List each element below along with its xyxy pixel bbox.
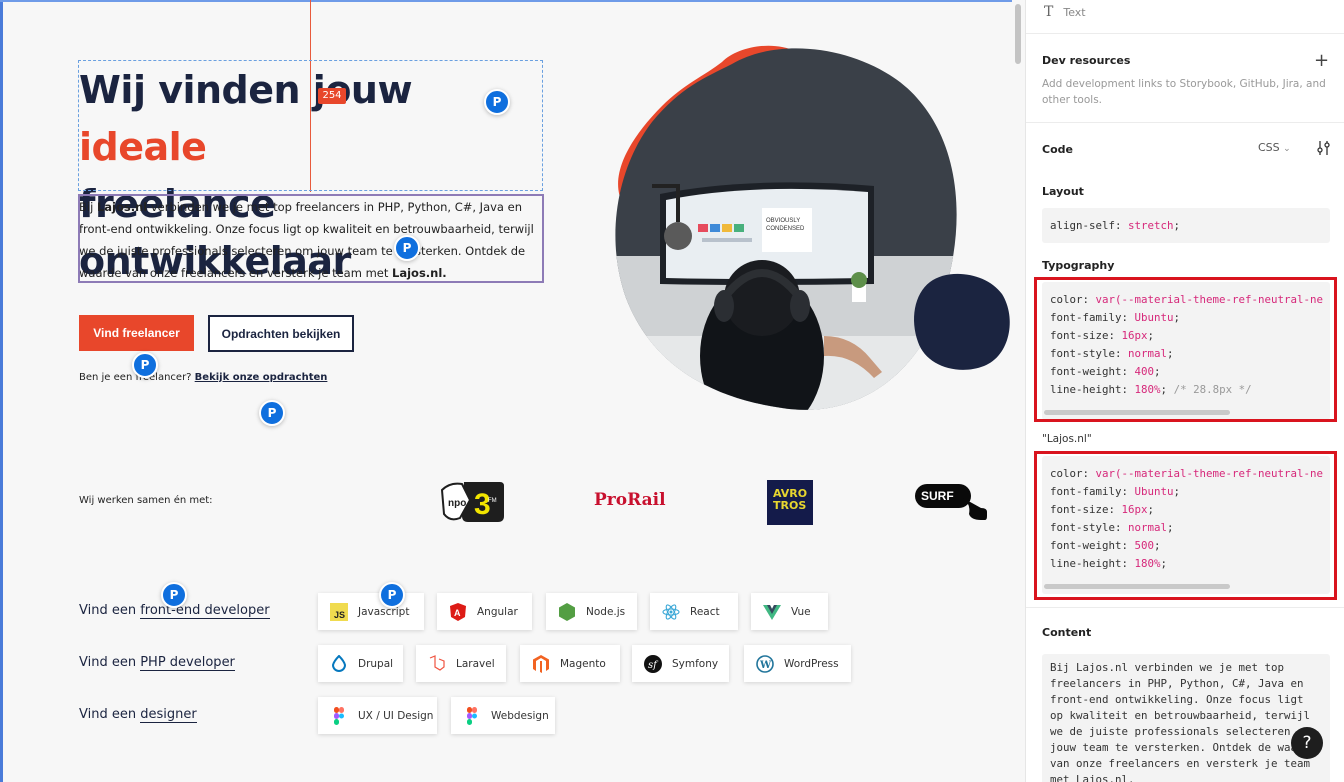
layout-code-block[interactable]: align-self: stretch;	[1042, 208, 1330, 243]
content-heading: Content	[1042, 626, 1092, 639]
inspect-panel: T Text Dev resources + Add development l…	[1025, 0, 1344, 782]
frame-selection-top-edge	[0, 0, 1012, 2]
content-text-block[interactable]: Bij Lajos.nl verbinden we je met top fre…	[1042, 654, 1330, 782]
find-php-developer: Vind een PHP developer	[79, 655, 235, 671]
canvas-scrollbar[interactable]	[1012, 0, 1025, 782]
help-button[interactable]: ?	[1291, 727, 1323, 759]
code-heading: Code	[1042, 143, 1073, 156]
comment-pin[interactable]: P	[379, 582, 405, 608]
css-value: stretch	[1128, 219, 1174, 232]
chip-nodejs[interactable]: Node.js	[546, 593, 637, 630]
php-developer-link[interactable]: PHP developer	[140, 655, 235, 671]
comment-pin[interactable]: P	[259, 400, 285, 426]
comment-pin[interactable]: P	[132, 352, 158, 378]
layout-heading: Layout	[1042, 185, 1084, 198]
highlight-annotation-box	[1034, 451, 1337, 600]
svg-text:A: A	[454, 608, 461, 618]
react-icon	[662, 603, 680, 620]
divider	[1026, 607, 1344, 608]
hero-illustration: OBVIOUSLY CONDENSED	[615, 45, 1010, 410]
svg-text:JS: JS	[334, 610, 345, 620]
comment-pin[interactable]: P	[484, 89, 510, 115]
npo-3fm-logo: npo 3 FM	[440, 482, 504, 522]
chip-wordpress[interactable]: W WordPress	[744, 645, 851, 682]
nodejs-icon	[559, 602, 575, 621]
lajos-span-label: "Lajos.nl"	[1042, 433, 1092, 445]
figma-dev-mode-window: Wij vinden jouw ideale freelance ontwikk…	[0, 0, 1344, 782]
code-settings-sliders-icon[interactable]	[1316, 140, 1332, 156]
javascript-icon: JS	[330, 602, 348, 621]
dev-resources-heading: Dev resources	[1042, 54, 1131, 67]
wordpress-icon: W	[756, 654, 774, 673]
svg-text:CONDENSED: CONDENSED	[766, 226, 805, 232]
prorail-logo: ProRail	[594, 490, 666, 510]
scrollbar-thumb[interactable]	[1015, 4, 1021, 64]
chip-javascript[interactable]: JS Javascript	[318, 593, 424, 630]
view-assignments-link[interactable]: Bekijk onze opdrachten	[195, 372, 328, 383]
vue-icon	[763, 604, 781, 620]
css-declaration: align-self: stretch;	[1050, 219, 1181, 232]
figma-icon	[334, 706, 344, 725]
code-language-select[interactable]: CSS ⌄	[1258, 141, 1291, 154]
chip-drupal[interactable]: Drupal	[318, 645, 403, 682]
freelancer-prompt: Ben je een freelancer? Bekijk onze opdra…	[79, 372, 328, 383]
partners-label: Wij werken samen én met:	[79, 495, 213, 506]
css-property: align-self	[1050, 219, 1116, 232]
design-canvas[interactable]: Wij vinden jouw ideale freelance ontwikk…	[0, 0, 1025, 782]
svg-text:SURF: SURF	[921, 489, 954, 503]
chip-vue[interactable]: Vue	[751, 593, 828, 630]
description-selection-outline	[78, 194, 544, 283]
highlight-annotation-box	[1034, 277, 1337, 422]
comment-pin[interactable]: P	[394, 235, 420, 261]
find-designer: Vind een designer	[79, 707, 197, 723]
figma-icon	[467, 706, 477, 725]
designer-link[interactable]: designer	[140, 707, 197, 723]
dev-resources-description: Add development links to Storybook, GitH…	[1042, 78, 1326, 106]
symfony-icon: sf	[644, 654, 662, 673]
svg-text:FM: FM	[488, 498, 497, 504]
chip-symfony[interactable]: sf Symfony	[632, 645, 729, 682]
find-freelancer-button[interactable]: Vind freelancer	[79, 315, 194, 351]
frame-selection-edge	[0, 0, 3, 782]
chip-laravel[interactable]: Laravel	[416, 645, 506, 682]
typography-heading: Typography	[1042, 259, 1115, 272]
magento-icon	[533, 654, 549, 673]
chip-ux-ui-design[interactable]: UX / UI Design	[318, 697, 437, 734]
chip-angular[interactable]: A Angular	[437, 593, 532, 630]
measurement-badge: 254	[318, 88, 346, 104]
divider	[1026, 33, 1344, 34]
laravel-icon	[429, 654, 445, 671]
navy-blob-shape	[914, 273, 1010, 370]
chip-magento[interactable]: Magento	[520, 645, 620, 682]
title-hover-outline	[78, 60, 543, 191]
angular-icon: A	[450, 602, 466, 621]
svg-text:npo: npo	[448, 498, 466, 509]
divider	[1026, 122, 1344, 123]
chevron-down-icon: ⌄	[1283, 144, 1291, 154]
drupal-icon	[331, 654, 347, 672]
add-dev-resource-plus-icon[interactable]: +	[1314, 50, 1329, 71]
svg-text:3: 3	[474, 488, 491, 521]
chip-react[interactable]: React	[650, 593, 738, 630]
layer-type-row: T Text	[1044, 4, 1086, 20]
text-layer-icon: T	[1044, 4, 1054, 20]
surf-logo: SURF	[915, 484, 987, 520]
comment-pin[interactable]: P	[161, 582, 187, 608]
svg-text:W: W	[759, 660, 772, 671]
view-assignments-button[interactable]: Opdrachten bekijken	[208, 315, 354, 352]
frontend-developer-link[interactable]: front-end developer	[140, 603, 270, 619]
avrotros-logo: AVRO TROS	[767, 480, 813, 525]
chip-webdesign[interactable]: Webdesign	[451, 697, 555, 734]
svg-text:OBVIOUSLY: OBVIOUSLY	[766, 218, 800, 224]
